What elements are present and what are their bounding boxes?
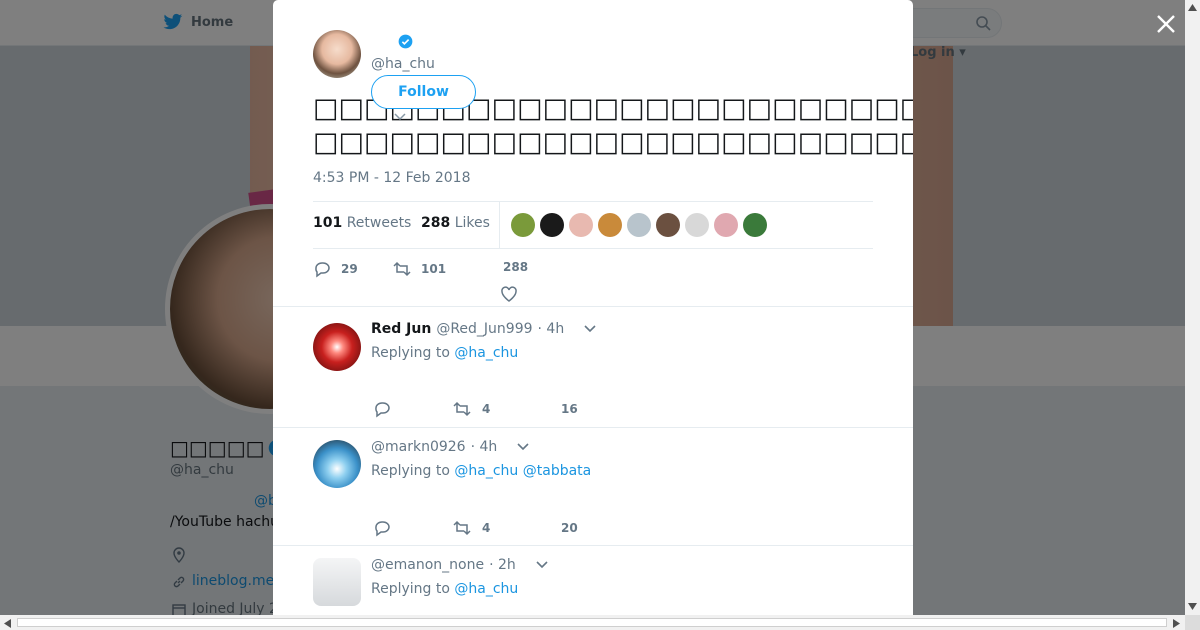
retweet-count: 101	[421, 262, 447, 276]
reply-icon[interactable]	[373, 400, 391, 418]
vertical-scrollbar[interactable]	[1185, 0, 1200, 615]
chevron-down-icon[interactable]	[583, 324, 597, 334]
replying-to: Replying to @ha_chu @tabbata	[371, 463, 591, 479]
tweet-timestamp[interactable]: 4:53 PM - 12 Feb 2018	[313, 170, 471, 186]
liker-avatar[interactable]	[656, 213, 680, 237]
follow-button[interactable]: Follow	[371, 75, 476, 109]
tweet-author-avatar[interactable]	[313, 30, 361, 78]
reply-mention[interactable]: @tabbata	[523, 463, 592, 479]
reply-time[interactable]: · 4h	[471, 439, 498, 455]
scroll-up-arrow-icon[interactable]	[1188, 4, 1197, 11]
liker-avatar[interactable]	[685, 213, 709, 237]
tweet-text-line-2: □□□□□□□□□□□□□□□□□□□□□□□□…□□□□□…□□□□□□□□□…	[313, 127, 913, 158]
likes-stat[interactable]: 288 Likes	[421, 215, 490, 231]
chevron-down-icon[interactable]	[394, 113, 406, 121]
likes-label: Likes	[454, 215, 490, 231]
liker-avatar[interactable]	[511, 213, 535, 237]
reply-tweet[interactable]: @emanon_none · 2h Replying to @ha_chu	[273, 545, 913, 615]
chevron-down-icon[interactable]	[535, 560, 549, 570]
reply-mention[interactable]: @ha_chu	[454, 463, 518, 479]
reply-header: @emanon_none · 2h	[371, 557, 549, 573]
reply-time[interactable]: · 2h	[489, 557, 516, 573]
like-count-label: 288	[503, 260, 528, 274]
stats-divider	[499, 202, 500, 248]
verified-badge-icon	[398, 34, 413, 49]
like-count: 288	[503, 260, 529, 274]
scrollbar-corner	[1185, 615, 1200, 630]
reply-mention[interactable]: @ha_chu	[454, 345, 518, 361]
replying-to: Replying to @ha_chu	[371, 345, 518, 361]
liker-avatar[interactable]	[743, 213, 767, 237]
liker-avatar[interactable]	[569, 213, 593, 237]
reply-count: 29	[341, 262, 358, 276]
liker-avatar[interactable]	[540, 213, 564, 237]
reply-tweet[interactable]: @markn0926 · 4h Replying to @ha_chu @tab…	[273, 427, 913, 545]
retweet-icon[interactable]	[453, 519, 471, 537]
reply-header: Red Jun @Red_Jun999 · 4h	[371, 321, 597, 337]
reply-action[interactable]: 29	[313, 260, 358, 278]
tweet-author-handle[interactable]: @ha_chu	[371, 56, 435, 72]
replying-to-label: Replying to	[371, 345, 450, 361]
reply-author-avatar[interactable]	[313, 440, 361, 488]
reply-like-count: 20	[561, 521, 578, 535]
reply-tweet[interactable]: Red Jun @Red_Jun999 · 4h Replying to @ha…	[273, 306, 913, 427]
reply-author-avatar[interactable]	[313, 558, 361, 606]
liker-avatar[interactable]	[598, 213, 622, 237]
reply-icon	[315, 262, 330, 278]
retweets-label: Retweets	[346, 215, 412, 231]
liker-avatars	[511, 213, 767, 237]
close-icon[interactable]	[1155, 13, 1177, 35]
tweet-stats: 101 Retweets 288 Likes	[313, 201, 873, 249]
reply-author-avatar[interactable]	[313, 323, 361, 371]
reply-author-name[interactable]: Red Jun	[371, 321, 431, 337]
replying-to-label: Replying to	[371, 463, 450, 479]
replying-to-label: Replying to	[371, 581, 450, 597]
liker-avatar[interactable]	[714, 213, 738, 237]
scroll-left-arrow-icon[interactable]	[4, 619, 11, 628]
liker-avatar[interactable]	[627, 213, 651, 237]
reply-author-handle[interactable]: @emanon_none	[371, 557, 484, 573]
reply-icon[interactable]	[373, 519, 391, 537]
retweet-icon	[393, 261, 411, 277]
reply-time[interactable]: · 4h	[538, 321, 565, 337]
retweets-stat[interactable]: 101 Retweets	[313, 215, 411, 231]
reply-retweet-count: 4	[482, 402, 491, 416]
reply-mention[interactable]: @ha_chu	[454, 581, 518, 597]
reply-author-handle[interactable]: @markn0926	[371, 439, 466, 455]
retweet-action[interactable]: 101	[393, 260, 446, 278]
reply-retweet-count: 4	[482, 521, 491, 535]
reply-header: @markn0926 · 4h	[371, 439, 530, 455]
horizontal-scrollbar-thumb[interactable]	[17, 618, 1167, 627]
scroll-right-arrow-icon[interactable]	[1173, 619, 1180, 628]
retweets-count: 101	[313, 215, 343, 231]
likes-count: 288	[421, 215, 451, 231]
retweet-icon[interactable]	[453, 400, 471, 418]
scroll-down-arrow-icon[interactable]	[1188, 603, 1197, 610]
heart-icon[interactable]	[500, 285, 518, 303]
tweet-permalink-modal: @ha_chu □□□□□□□□□□□□□□□□□□□□□□□□ □□□□□□□□…	[273, 0, 913, 615]
chevron-down-icon[interactable]	[516, 442, 530, 452]
reply-like-count: 16	[561, 402, 578, 416]
replying-to: Replying to @ha_chu	[371, 581, 518, 597]
reply-author-handle[interactable]: @Red_Jun999	[436, 321, 532, 337]
